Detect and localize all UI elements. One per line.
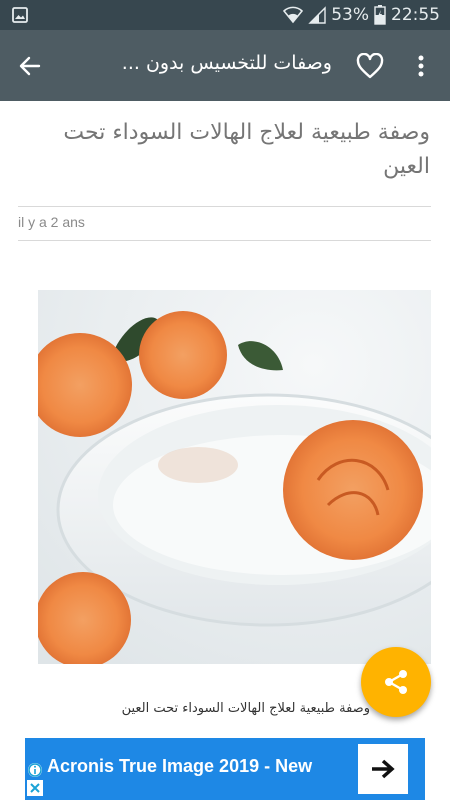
ad-text[interactable]: Acronis True Image 2019 - New — [47, 756, 312, 777]
signal-icon — [308, 6, 326, 24]
image-caption: وصفة طبيعية لعلاج الهالات السوداء تحت ال… — [121, 701, 370, 716]
share-icon — [385, 670, 407, 694]
more-vert-icon[interactable] — [414, 54, 428, 78]
article-headline: وصفة طبيعية لعلاج الهالات السوداء تحت ال… — [63, 120, 430, 179]
app-bar-title: وصفات للتخسيس بدون ... — [121, 52, 332, 74]
share-button[interactable] — [361, 647, 431, 717]
battery-icon — [374, 5, 386, 25]
divider — [18, 206, 431, 207]
article-image — [38, 290, 431, 664]
heart-icon[interactable] — [356, 53, 384, 79]
back-arrow-icon[interactable] — [18, 54, 42, 78]
battery-percent: 53% — [331, 5, 369, 25]
wifi-icon — [283, 6, 304, 24]
ad-info-icon[interactable] — [27, 762, 43, 778]
clock: 22:55 — [391, 5, 440, 25]
divider — [18, 240, 431, 241]
ad-go-button[interactable] — [358, 744, 408, 794]
ad-banner[interactable]: Acronis True Image 2019 - New — [25, 738, 425, 800]
ad-close-icon[interactable] — [27, 780, 43, 796]
status-bar: 53% 22:55 — [0, 0, 450, 30]
app-bar: وصفات للتخسيس بدون ... — [0, 30, 450, 101]
arrow-right-icon — [372, 759, 395, 779]
article-date: il y a 2 ans — [18, 214, 85, 230]
gallery-icon — [12, 7, 28, 23]
